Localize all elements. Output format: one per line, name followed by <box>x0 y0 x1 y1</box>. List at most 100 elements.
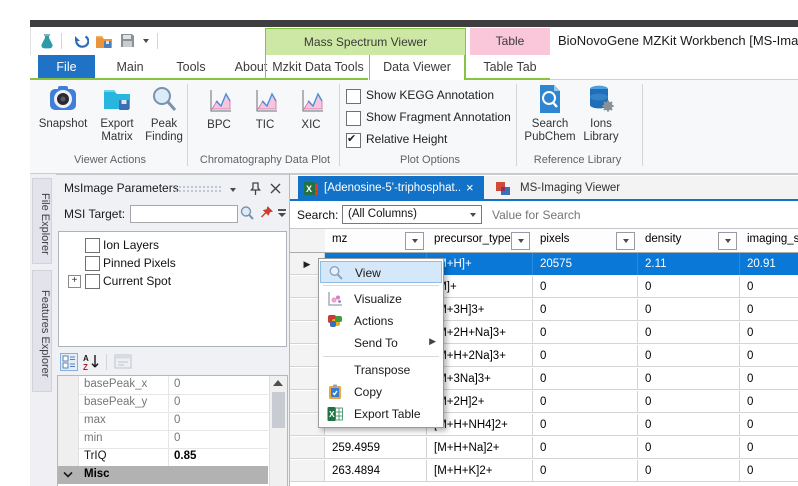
column-filter-select[interactable]: (All Columns) <box>342 205 482 224</box>
tab-tools[interactable]: Tools <box>162 55 220 80</box>
peak-finding-button[interactable]: Peak Finding <box>142 84 186 144</box>
search-pubchem-button[interactable]: Search PubChem <box>524 84 576 144</box>
bpc-button[interactable]: BPC <box>198 88 240 132</box>
cell-pixels[interactable]: 20575 <box>533 253 638 275</box>
cell-mz[interactable]: 259.4959 <box>325 437 427 459</box>
menu-item-copy[interactable]: Copy <box>320 381 442 403</box>
export-matrix-button[interactable]: Export Matrix <box>92 84 142 144</box>
cell-density[interactable]: 0 <box>638 276 740 298</box>
column-header-mz[interactable]: mz <box>325 229 428 253</box>
cell-mz[interactable]: 263.4894 <box>325 460 427 482</box>
save-icon[interactable] <box>119 32 136 49</box>
cell-imaging[interactable]: 0 <box>740 299 798 321</box>
property-row[interactable]: max0 <box>58 412 268 431</box>
menu-item-view[interactable]: View <box>320 261 442 283</box>
panel-menu-icon[interactable] <box>230 188 236 192</box>
checkbox-pinned-pixels[interactable] <box>85 256 100 271</box>
cell-precursor-type[interactable]: [M+H+K]2+ <box>427 460 533 482</box>
property-value[interactable]: 0 <box>174 414 180 426</box>
column-filter-icon[interactable] <box>511 232 530 250</box>
checkbox-current-spot[interactable] <box>85 274 100 289</box>
property-value[interactable]: 0 <box>174 432 180 444</box>
cell-density[interactable]: 0 <box>638 460 740 482</box>
app-logo-icon[interactable] <box>39 33 55 49</box>
cell-imaging[interactable]: 0 <box>740 322 798 344</box>
tree-item-current-spot[interactable]: + Current Spot <box>59 272 284 290</box>
column-header-density[interactable]: density <box>638 229 741 253</box>
property-row[interactable]: basePeak_x0 <box>58 376 268 395</box>
property-row[interactable]: min0 <box>58 430 268 449</box>
cell-imaging[interactable]: 20.91 <box>740 253 798 275</box>
cell-imaging[interactable]: 0 <box>740 391 798 413</box>
cell-density[interactable]: 0 <box>638 299 740 321</box>
cell-density[interactable]: 0 <box>638 322 740 344</box>
cell-pixels[interactable]: 0 <box>533 391 638 413</box>
column-header-precursor-type[interactable]: precursor_type <box>427 229 534 253</box>
cell-pixels[interactable]: 0 <box>533 414 638 436</box>
panel-pin-icon[interactable] <box>249 182 262 196</box>
property-pages-icon[interactable] <box>114 353 132 371</box>
cell-precursor-type[interactable]: [M+H+Na]2+ <box>427 437 533 459</box>
row-header[interactable] <box>290 460 325 482</box>
cell-density[interactable]: 0 <box>638 437 740 459</box>
property-row[interactable]: TrIQ0.85 <box>58 448 268 467</box>
tab-file[interactable]: File <box>38 55 95 80</box>
property-value[interactable]: 0.85 <box>174 450 196 462</box>
cell-imaging[interactable]: 0 <box>740 368 798 390</box>
property-grid-scrollbar[interactable] <box>269 376 288 486</box>
row-header[interactable] <box>290 437 325 459</box>
cell-density[interactable]: 0 <box>638 391 740 413</box>
menu-item-transpose[interactable]: Transpose <box>320 359 442 381</box>
alphabetical-sort-icon[interactable]: AZ <box>82 353 100 371</box>
tree-item-ion-layers[interactable]: Ion Layers <box>59 236 284 254</box>
checkbox-fragment[interactable] <box>346 111 361 126</box>
tab-data-viewer[interactable]: Data Viewer <box>369 55 465 82</box>
checkbox-kegg[interactable] <box>346 89 361 104</box>
cell-pixels[interactable]: 0 <box>533 322 638 344</box>
cell-pixels[interactable]: 0 <box>533 437 638 459</box>
sidebar-tab-features-explorer[interactable]: Features Explorer <box>32 270 52 392</box>
categorized-view-icon[interactable] <box>60 353 78 371</box>
column-header-imaging[interactable]: imaging_sco <box>740 229 798 253</box>
overflow-icon-arrow[interactable] <box>278 213 286 217</box>
msi-pin-icon[interactable] <box>259 205 274 220</box>
cell-pixels[interactable]: 0 <box>533 276 638 298</box>
search-value-input[interactable] <box>490 204 784 226</box>
msi-search-icon[interactable] <box>239 205 255 221</box>
cell-density[interactable]: 2.11 <box>638 253 740 275</box>
expander-plus-icon[interactable]: + <box>68 275 81 288</box>
tab-main[interactable]: Main <box>100 55 160 80</box>
menu-item-send-to[interactable]: Send To ▶ <box>320 332 442 354</box>
cell-pixels[interactable]: 0 <box>533 345 638 367</box>
table-row[interactable]: 259.4959 [M+H+Na]2+ 0 0 0 <box>290 437 798 460</box>
cell-imaging[interactable]: 0 <box>740 345 798 367</box>
property-value[interactable]: 0 <box>174 396 180 408</box>
menu-item-export-table[interactable]: X Export Table <box>320 403 442 425</box>
qat-dropdown-icon[interactable] <box>143 39 149 43</box>
scrollbar-thumb[interactable] <box>272 392 285 428</box>
cell-density[interactable]: 0 <box>638 414 740 436</box>
doc-tab-adenosine[interactable]: X [Adenosine-5'-triphosphat... × <box>298 176 484 200</box>
property-category-misc[interactable]: Misc <box>58 466 268 484</box>
table-row[interactable]: 263.4894 [M+H+K]2+ 0 0 0 <box>290 460 798 483</box>
undo-icon[interactable] <box>71 32 89 50</box>
xic-button[interactable]: XIC <box>290 88 332 132</box>
close-tab-icon[interactable]: × <box>466 176 474 200</box>
cell-imaging[interactable]: 0 <box>740 437 798 459</box>
cell-imaging[interactable]: 0 <box>740 414 798 436</box>
cell-imaging[interactable]: 0 <box>740 460 798 482</box>
checkbox-ion-layers[interactable] <box>85 238 100 253</box>
column-filter-icon[interactable] <box>616 232 635 250</box>
tic-button[interactable]: TIC <box>244 88 286 132</box>
cell-pixels[interactable]: 0 <box>533 460 638 482</box>
overflow-icon-bar[interactable] <box>278 209 286 211</box>
column-header-pixels[interactable]: pixels <box>533 229 639 253</box>
snapshot-button[interactable]: Snapshot <box>36 84 90 131</box>
cell-imaging[interactable]: 0 <box>740 276 798 298</box>
checkbox-relative-height[interactable] <box>346 133 361 148</box>
property-value[interactable]: 0 <box>174 378 180 390</box>
row-header-corner[interactable] <box>290 229 326 253</box>
tab-mzkit-data-tools[interactable]: Mzkit Data Tools <box>268 55 368 80</box>
cell-pixels[interactable]: 0 <box>533 299 638 321</box>
sidebar-tab-file-explorer[interactable]: File Explorer <box>32 178 52 264</box>
